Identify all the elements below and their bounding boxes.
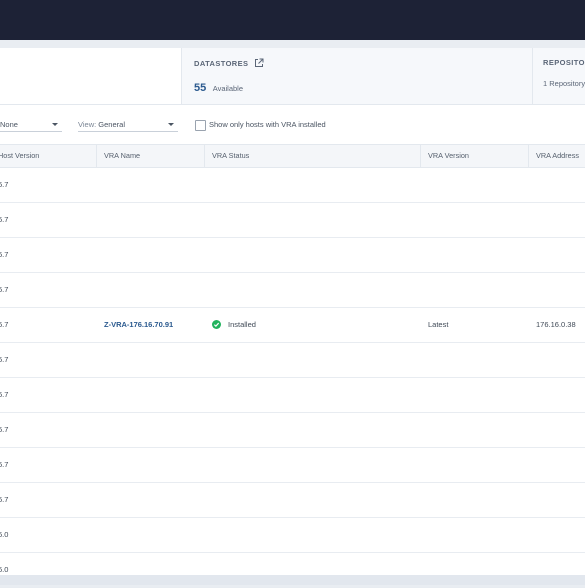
hosts-table: Host Version VRA Name VRA Status VRA Ver…: [0, 144, 585, 588]
table-row[interactable]: 6.7 Z-VRA-176.16.70.91 Installed Latest 176.…: [0, 308, 585, 343]
chevron-down-icon: [168, 123, 174, 126]
top-navigation-bar: [0, 0, 585, 40]
view-select[interactable]: View: General: [78, 117, 178, 132]
group-by-value: None: [0, 120, 18, 129]
repositories-card-title: REPOSITORIES: [543, 58, 585, 67]
vras-panel: DATASTORES 55 Available REPOSITORIES 1 R…: [0, 48, 585, 588]
cell-vra-address: 176.16.0.38: [536, 320, 576, 329]
table-row[interactable]: 6.7: [0, 378, 585, 413]
column-header-vra-name[interactable]: VRA Name: [96, 145, 194, 167]
view-select-value: View: General: [78, 120, 125, 129]
vra-status-text: Installed: [228, 320, 256, 329]
show-vra-only-label: Show only hosts with VRA installed: [209, 120, 326, 129]
cell-host-version: 6.7: [0, 215, 9, 224]
cell-vra-name[interactable]: Z-VRA-176.16.70.91: [104, 308, 173, 342]
table-row[interactable]: 6.7: [0, 413, 585, 448]
table-header: Host Version VRA Name VRA Status VRA Ver…: [0, 144, 585, 168]
summary-cards: DATASTORES 55 Available REPOSITORIES 1 R…: [0, 48, 585, 105]
check-circle-icon: [212, 319, 221, 329]
cell-host-version: 6.7: [0, 460, 9, 469]
table-body: 6.7 6.7 6.7 6.7 6.7 Z-VRA-176.16.70.91 Install…: [0, 168, 585, 588]
chevron-down-icon: [52, 123, 58, 126]
filter-bar: None View: General Show only hosts with …: [0, 114, 585, 136]
datastores-count: 55: [194, 82, 207, 94]
cell-host-version: 6.7: [0, 180, 9, 189]
table-row[interactable]: 6.7: [0, 203, 585, 238]
cell-host-version: 6.7: [0, 250, 9, 259]
datastores-card-title: DATASTORES: [194, 58, 264, 68]
column-header-host-version[interactable]: Host Version: [0, 145, 39, 167]
cell-vra-status: Installed: [212, 308, 256, 342]
column-header-vra-version[interactable]: VRA Version: [420, 145, 518, 167]
table-row[interactable]: 6.7: [0, 238, 585, 273]
datastores-title-text: DATASTORES: [194, 59, 249, 68]
cell-host-version: 6.7: [0, 390, 9, 399]
datastores-card[interactable]: DATASTORES 55 Available: [182, 48, 533, 104]
datastores-available-label: Available: [212, 84, 244, 93]
show-vra-only-checkbox[interactable]: [195, 120, 206, 131]
repositories-card[interactable]: REPOSITORIES 1 Repository: [533, 48, 585, 104]
table-row[interactable]: 6.7: [0, 448, 585, 483]
external-link-icon[interactable]: [254, 58, 264, 68]
cell-host-version: 6.0: [0, 530, 9, 539]
view-select-prefix: View:: [78, 120, 99, 129]
column-header-vra-address[interactable]: VRA Address: [528, 145, 585, 167]
column-header-vra-status[interactable]: VRA Status: [204, 145, 412, 167]
group-by-select[interactable]: None: [0, 117, 62, 132]
cell-host-version: 6.7: [0, 285, 9, 294]
cell-host-version: 6.7: [0, 425, 9, 434]
table-row[interactable]: 6.7: [0, 168, 585, 203]
cell-host-version: 6.7: [0, 355, 9, 364]
table-row[interactable]: 6.7: [0, 343, 585, 378]
panel-footer: [0, 575, 585, 585]
repositories-card-value: 1 Repository: [543, 79, 585, 88]
table-row[interactable]: 6.0: [0, 518, 585, 553]
cell-host-version: 6.7: [0, 320, 9, 329]
table-row[interactable]: 6.7: [0, 273, 585, 308]
view-select-selected: General: [98, 120, 125, 129]
cell-host-version: 6.7: [0, 495, 9, 504]
table-row[interactable]: 6.7: [0, 483, 585, 518]
summary-card-blank: [0, 48, 182, 104]
cell-vra-version: Latest: [428, 320, 449, 329]
datastores-card-value: 55 Available: [194, 78, 243, 96]
